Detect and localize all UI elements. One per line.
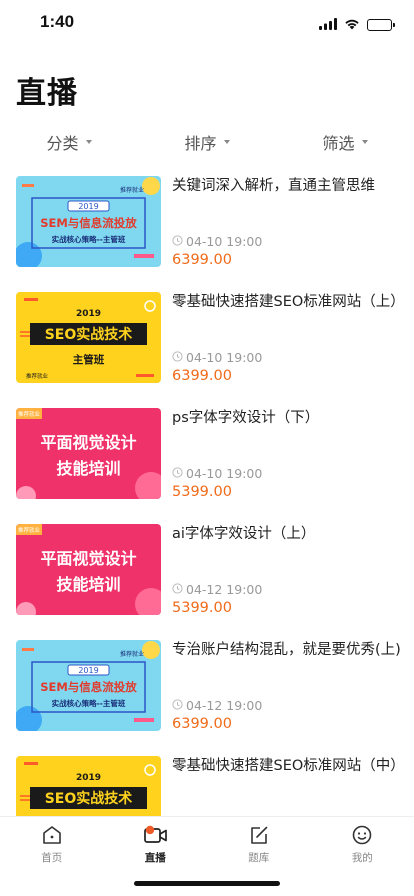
clock-icon (172, 698, 183, 713)
caret-down-icon (361, 140, 368, 144)
svg-text:推荐就业: 推荐就业 (26, 372, 49, 380)
clock-icon (172, 350, 183, 365)
battery-icon (367, 18, 395, 31)
course-price: 5399.00 (172, 600, 232, 616)
course-item[interactable]: 2019 SEO实战技术 主管班 推荐就业 零基础快速搭建SEO标准网站（上） 0… (0, 286, 414, 402)
filter-sort-label: 排序 (184, 134, 217, 153)
course-thumbnail-art: 2019 SEM与信息流投放 实战核心策略--主管班 推荐就业 (16, 640, 161, 731)
course-title: ps字体字效设计（下） (172, 410, 320, 426)
course-title: 零基础快速搭建SEO标准网站（中） (172, 758, 400, 774)
course-item[interactable]: 2019 SEO实战技术 主管班 推荐就业 零基础快速搭建SEO标准网站（中） (0, 750, 414, 816)
course-thumbnail[interactable]: 2019 SEM与信息流投放 实战核心策略--主管班 推荐就业 (16, 176, 161, 267)
course-thumbnail-art: 2019 SEM与信息流投放 实战核心策略--主管班 推荐就业 (16, 176, 161, 267)
filter-bar: 分类 排序 筛选 (0, 124, 414, 160)
svg-text:技能培训: 技能培训 (56, 459, 120, 478)
course-item[interactable]: 推荐就业 平面视觉设计 技能培训 ps字体字效设计（下） 04-10 19:00 5… (0, 402, 414, 518)
svg-text:平面视觉设计: 平面视觉设计 (40, 549, 136, 568)
caret-down-icon (85, 140, 92, 144)
course-time: 04-10 19:00 (172, 350, 262, 365)
course-time-text: 04-10 19:00 (186, 466, 263, 481)
filter-category-label: 分类 (46, 134, 79, 153)
svg-text:2019: 2019 (76, 773, 101, 783)
course-thumbnail-art: 推荐就业 平面视觉设计 技能培训 (16, 408, 161, 499)
tab-live-label: 直播 (144, 852, 166, 864)
course-list[interactable]: 2019 SEM与信息流投放 实战核心策略--主管班 推荐就业 关键词深入解析，… (0, 170, 414, 816)
filter-screen[interactable]: 筛选 (276, 124, 414, 160)
course-price: 6399.00 (172, 252, 232, 268)
svg-text:平面视觉设计: 平面视觉设计 (40, 433, 136, 452)
svg-text:SEO实战技术: SEO实战技术 (45, 326, 133, 343)
course-item[interactable]: 推荐就业 平面视觉设计 技能培训 ai字体字效设计（上） 04-12 19:00 5… (0, 518, 414, 634)
svg-text:SEM与信息流投放: SEM与信息流投放 (40, 680, 137, 694)
course-price: 6399.00 (172, 368, 232, 384)
svg-text:2019: 2019 (76, 309, 101, 319)
course-time-text: 04-12 19:00 (186, 582, 263, 597)
svg-text:推荐就业: 推荐就业 (120, 186, 144, 194)
course-price: 6399.00 (172, 716, 232, 732)
tab-question-bank-label: 题库 (248, 852, 270, 864)
status-time: 1:40 (40, 12, 75, 31)
course-time-text: 04-12 19:00 (186, 698, 263, 713)
tab-profile[interactable]: 我的 (311, 817, 414, 896)
svg-text:实战核心策略--主管班: 实战核心策略--主管班 (52, 234, 126, 244)
svg-text:技能培训: 技能培训 (56, 575, 120, 594)
clock-icon (172, 466, 183, 481)
course-time: 04-10 19:00 (172, 234, 262, 249)
course-item[interactable]: 2019 SEM与信息流投放 实战核心策略--主管班 推荐就业 关键词深入解析，… (0, 170, 414, 286)
course-title: 专治账户结构混乱，就是要优秀(上) (172, 642, 400, 658)
clock-icon (172, 582, 183, 597)
caret-down-icon (223, 140, 230, 144)
course-thumbnail[interactable]: 2019 SEM与信息流投放 实战核心策略--主管班 推荐就业 (16, 640, 161, 731)
svg-text:推荐就业: 推荐就业 (18, 526, 41, 534)
svg-text:实战核心策略--主管班: 实战核心策略--主管班 (52, 698, 126, 708)
filter-category[interactable]: 分类 (0, 124, 138, 160)
svg-text:2019: 2019 (78, 666, 98, 675)
wifi-icon (344, 15, 360, 34)
page-title: 直播 (16, 76, 78, 111)
course-time-text: 04-10 19:00 (186, 350, 263, 365)
tab-profile-label: 我的 (351, 852, 373, 864)
course-thumbnail-art: 2019 SEO实战技术 主管班 推荐就业 (16, 292, 161, 383)
course-thumbnail[interactable]: 推荐就业 平面视觉设计 技能培训 (16, 408, 161, 499)
course-time: 04-12 19:00 (172, 582, 262, 597)
course-title: 零基础快速搭建SEO标准网站（上） (172, 294, 400, 310)
status-bar: 1:40 (0, 0, 414, 44)
course-title: 关键词深入解析，直通主管思维 (172, 178, 375, 194)
tab-home[interactable]: 首页 (0, 817, 104, 896)
svg-text:SEM与信息流投放: SEM与信息流投放 (40, 216, 137, 230)
home-indicator (134, 881, 280, 886)
svg-text:推荐就业: 推荐就业 (18, 410, 41, 418)
edit-icon (247, 823, 271, 847)
course-time: 04-10 19:00 (172, 466, 262, 481)
course-title: ai字体字效设计（上） (172, 526, 316, 542)
course-thumbnail[interactable]: 2019 SEO实战技术 主管班 推荐就业 (16, 756, 161, 816)
course-thumbnail[interactable]: 推荐就业 平面视觉设计 技能培训 (16, 524, 161, 615)
course-item[interactable]: 2019 SEM与信息流投放 实战核心策略--主管班 推荐就业 专治账户结构混乱… (0, 634, 414, 750)
svg-text:SEO实战技术: SEO实战技术 (45, 790, 133, 807)
filter-screen-label: 筛选 (322, 134, 355, 153)
filter-sort[interactable]: 排序 (138, 124, 276, 160)
svg-text:2019: 2019 (78, 202, 98, 211)
home-icon (40, 823, 64, 847)
course-thumbnail[interactable]: 2019 SEO实战技术 主管班 推荐就业 (16, 292, 161, 383)
course-thumbnail-art: 推荐就业 平面视觉设计 技能培训 (16, 524, 161, 615)
tab-home-label: 首页 (41, 852, 63, 864)
svg-text:主管班: 主管班 (73, 353, 105, 366)
course-time-text: 04-10 19:00 (186, 234, 263, 249)
status-icons (319, 15, 395, 34)
course-thumbnail-art: 2019 SEO实战技术 主管班 推荐就业 (16, 756, 161, 816)
signal-icon (319, 15, 337, 34)
course-time: 04-12 19:00 (172, 698, 262, 713)
svg-text:推荐就业: 推荐就业 (120, 650, 144, 658)
clock-icon (172, 234, 183, 249)
live-camera-icon (143, 823, 168, 847)
course-price: 5399.00 (172, 484, 232, 500)
profile-icon (350, 823, 374, 847)
